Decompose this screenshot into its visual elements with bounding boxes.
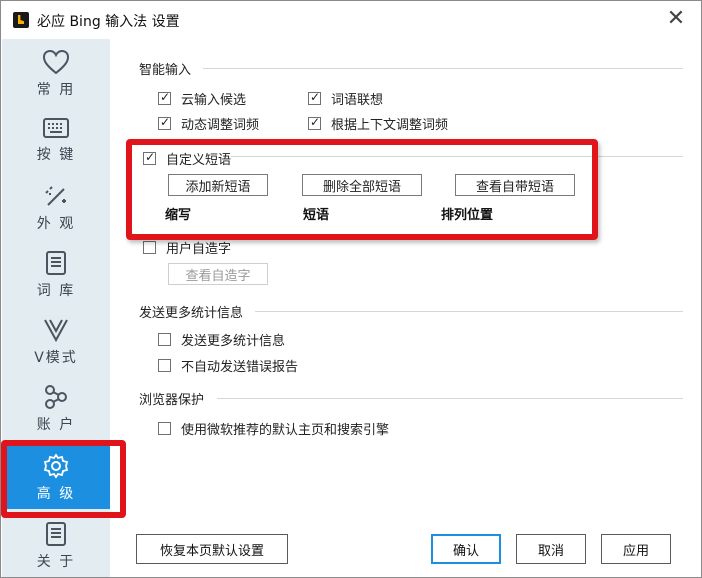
context-frequency-checkbox[interactable]: 根据上下文调整词频 — [308, 114, 448, 133]
sidebar-item-about[interactable]: 关 于 — [2, 511, 110, 577]
checkbox-label: 词语联想 — [331, 93, 384, 108]
word-association-checkbox[interactable]: 词语联想 — [308, 89, 383, 108]
section-divider — [217, 398, 683, 399]
cloud-candidates-checkbox[interactable]: 云输入候选 — [158, 89, 246, 108]
sidebar-item-label: 按 键 — [36, 147, 76, 163]
dynamic-frequency-checkbox[interactable]: 动态调整词频 — [158, 114, 259, 133]
ok-button[interactable]: 确认 — [431, 534, 501, 564]
checkbox-box — [308, 115, 321, 130]
checkbox-label: 根据上下文调整词频 — [331, 118, 449, 133]
section-divider — [255, 311, 683, 312]
default-homepage-checkbox[interactable]: 使用微软推荐的默认主页和搜索引擎 — [158, 419, 389, 438]
sidebar-item-label: 外 观 — [36, 216, 76, 232]
settings-window: 必应 Bing 输入法 设置 ✕ 常 用 按 键 外 观 词 库 V模式 账 户 — [0, 0, 702, 578]
sidebar-item-common[interactable]: 常 用 — [2, 39, 110, 105]
sidebar-item-label: 关 于 — [36, 554, 76, 570]
keyboard-icon — [43, 118, 69, 138]
view-user-chars-button[interactable]: 查看自造字 — [168, 263, 268, 285]
sidebar-item-label: 账 户 — [36, 417, 76, 433]
checkbox-box — [143, 241, 156, 254]
document-icon — [46, 251, 66, 275]
checkbox-label: 云输入候选 — [181, 93, 247, 108]
v-icon — [44, 319, 68, 343]
sidebar-item-label: 词 库 — [36, 283, 76, 299]
share-icon — [45, 385, 67, 409]
highlight-frame-custom-phrase — [126, 139, 598, 240]
statistics-title: 发送更多统计信息 — [139, 306, 244, 321]
magic-wand-icon — [45, 186, 66, 206]
sidebar-item-account[interactable]: 账 户 — [2, 374, 110, 440]
sidebar-item-v-mode[interactable]: V模式 — [2, 307, 110, 373]
send-statistics-checkbox[interactable]: 发送更多统计信息 — [158, 330, 285, 349]
checkbox-label: 发送更多统计信息 — [181, 334, 286, 349]
checkbox-label: 动态调整词频 — [181, 118, 260, 133]
sidebar-item-label: 常 用 — [36, 82, 76, 98]
checkbox-box — [158, 333, 171, 346]
section-divider — [203, 68, 683, 69]
sidebar-item-label: V模式 — [34, 350, 78, 366]
window-title: 必应 Bing 输入法 设置 — [37, 14, 180, 30]
smart-input-title: 智能输入 — [139, 63, 192, 78]
title-bar: 必应 Bing 输入法 设置 ✕ — [1, 1, 701, 39]
checkbox-box — [308, 90, 321, 105]
no-auto-error-report-checkbox[interactable]: 不自动发送错误报告 — [158, 356, 298, 375]
checkbox-box — [158, 359, 171, 372]
apply-button[interactable]: 应用 — [601, 534, 671, 564]
checkbox-label: 用户自造字 — [166, 242, 232, 257]
cancel-button[interactable]: 取消 — [516, 534, 586, 564]
settings-panel: 智能输入 云输入候选 词语联想 动态调整词频 根据上下文调整词频 自定义短语 添… — [111, 39, 701, 577]
bing-app-icon — [13, 12, 29, 28]
sidebar-item-appearance[interactable]: 外 观 — [2, 173, 110, 239]
checkbox-box — [158, 422, 171, 435]
checkbox-box — [158, 115, 171, 130]
info-document-icon — [46, 522, 66, 546]
checkbox-label: 使用微软推荐的默认主页和搜索引擎 — [181, 423, 390, 438]
checkbox-box — [158, 90, 171, 105]
restore-defaults-button[interactable]: 恢复本页默认设置 — [136, 534, 288, 564]
sidebar-item-keys[interactable]: 按 键 — [2, 106, 110, 172]
checkbox-label: 不自动发送错误报告 — [181, 360, 299, 375]
heart-icon — [42, 49, 70, 75]
browser-protection-title: 浏览器保护 — [139, 393, 205, 408]
highlight-frame-advanced — [1, 440, 126, 518]
close-button[interactable]: ✕ — [661, 8, 691, 32]
sidebar-item-dictionary[interactable]: 词 库 — [2, 240, 110, 306]
user-chars-checkbox[interactable]: 用户自造字 — [143, 238, 231, 257]
